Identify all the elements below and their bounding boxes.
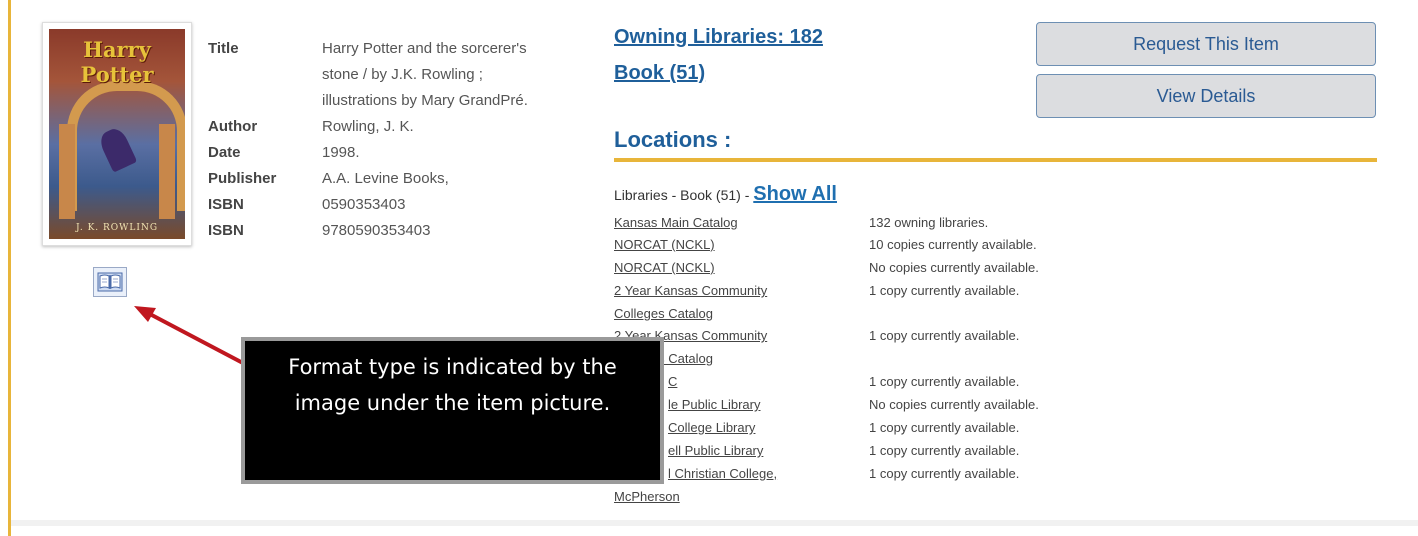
library-status: No copies currently available. xyxy=(869,397,1039,412)
callout-text-line-1: Format type is indicated by the xyxy=(288,355,617,379)
library-status: 1 copy currently available. xyxy=(869,328,1020,343)
library-status: 1 copy currently available. xyxy=(869,443,1020,458)
meta-value: illustrations by Mary GrandPré. xyxy=(322,92,528,109)
meta-label: Title xyxy=(208,40,239,57)
meta-label: ISBN xyxy=(208,196,244,213)
bottom-divider xyxy=(11,520,1418,526)
owning-libraries-link[interactable]: Owning Libraries: 182 xyxy=(614,26,823,49)
annotation-callout: Format type is indicated by the image un… xyxy=(241,337,664,484)
library-link[interactable]: 2 Year Kansas Community xyxy=(614,283,767,298)
library-link[interactable]: C xyxy=(668,374,677,389)
cover-author: J. K. ROWLING xyxy=(75,223,159,233)
library-status: 1 copy currently available. xyxy=(869,374,1020,389)
library-status: 1 copy currently available. xyxy=(869,420,1020,435)
library-link[interactable]: ell Public Library xyxy=(668,443,763,458)
library-status: 1 copy currently available. xyxy=(869,283,1020,298)
meta-value: 1998. xyxy=(322,144,360,161)
meta-label: ISBN xyxy=(208,222,244,239)
library-link-continued[interactable]: McPherson xyxy=(614,489,680,504)
meta-value: Harry Potter and the sorcerer's xyxy=(322,40,527,57)
meta-value: 0590353403 xyxy=(322,196,406,213)
libraries-count-label: Libraries - Book (51) - xyxy=(614,187,754,203)
item-cover-image[interactable]: Harry Potter J. K. ROWLING xyxy=(42,22,192,246)
cover-pillar-left xyxy=(59,124,75,219)
callout-text-line-2: image under the item picture. xyxy=(294,391,611,415)
locations-divider xyxy=(614,158,1377,162)
library-link[interactable]: le Public Library xyxy=(668,397,761,412)
book-format-link[interactable]: Book (51) xyxy=(614,62,705,85)
library-link[interactable]: NORCAT (NCKL) xyxy=(614,237,715,252)
accent-left-border xyxy=(8,0,11,536)
request-item-button[interactable]: Request This Item xyxy=(1036,22,1376,66)
library-link[interactable]: College Library xyxy=(668,420,755,435)
meta-label: Author xyxy=(208,118,258,135)
library-link[interactable]: l Christian College, xyxy=(668,466,777,481)
meta-value: Rowling, J. K. xyxy=(322,118,414,135)
library-status: 10 copies currently available. xyxy=(869,237,1037,252)
meta-value: stone / by J.K. Rowling ; xyxy=(322,66,483,83)
libraries-header: Libraries - Book (51) - Show All xyxy=(614,183,837,206)
library-link[interactable]: NORCAT (NCKL) xyxy=(614,260,715,275)
cover-artwork: Harry Potter J. K. ROWLING xyxy=(49,29,185,239)
library-status: No copies currently available. xyxy=(869,260,1039,275)
meta-label: Publisher xyxy=(208,170,277,187)
library-status: 1 copy currently available. xyxy=(869,466,1020,481)
locations-heading: Locations : xyxy=(614,127,732,152)
library-status: 132 owning libraries. xyxy=(869,215,989,230)
library-link-continued[interactable]: Colleges Catalog xyxy=(614,306,713,321)
cover-title: Harry Potter xyxy=(80,37,154,87)
meta-value: A.A. Levine Books, xyxy=(322,170,449,187)
open-book-icon[interactable] xyxy=(93,267,127,297)
show-all-link[interactable]: Show All xyxy=(753,183,837,205)
meta-label: Date xyxy=(208,144,241,161)
view-details-button[interactable]: View Details xyxy=(1036,74,1376,118)
library-link[interactable]: Kansas Main Catalog xyxy=(614,215,738,230)
meta-value: 9780590353403 xyxy=(322,222,431,239)
cover-pillar-right xyxy=(159,124,175,219)
